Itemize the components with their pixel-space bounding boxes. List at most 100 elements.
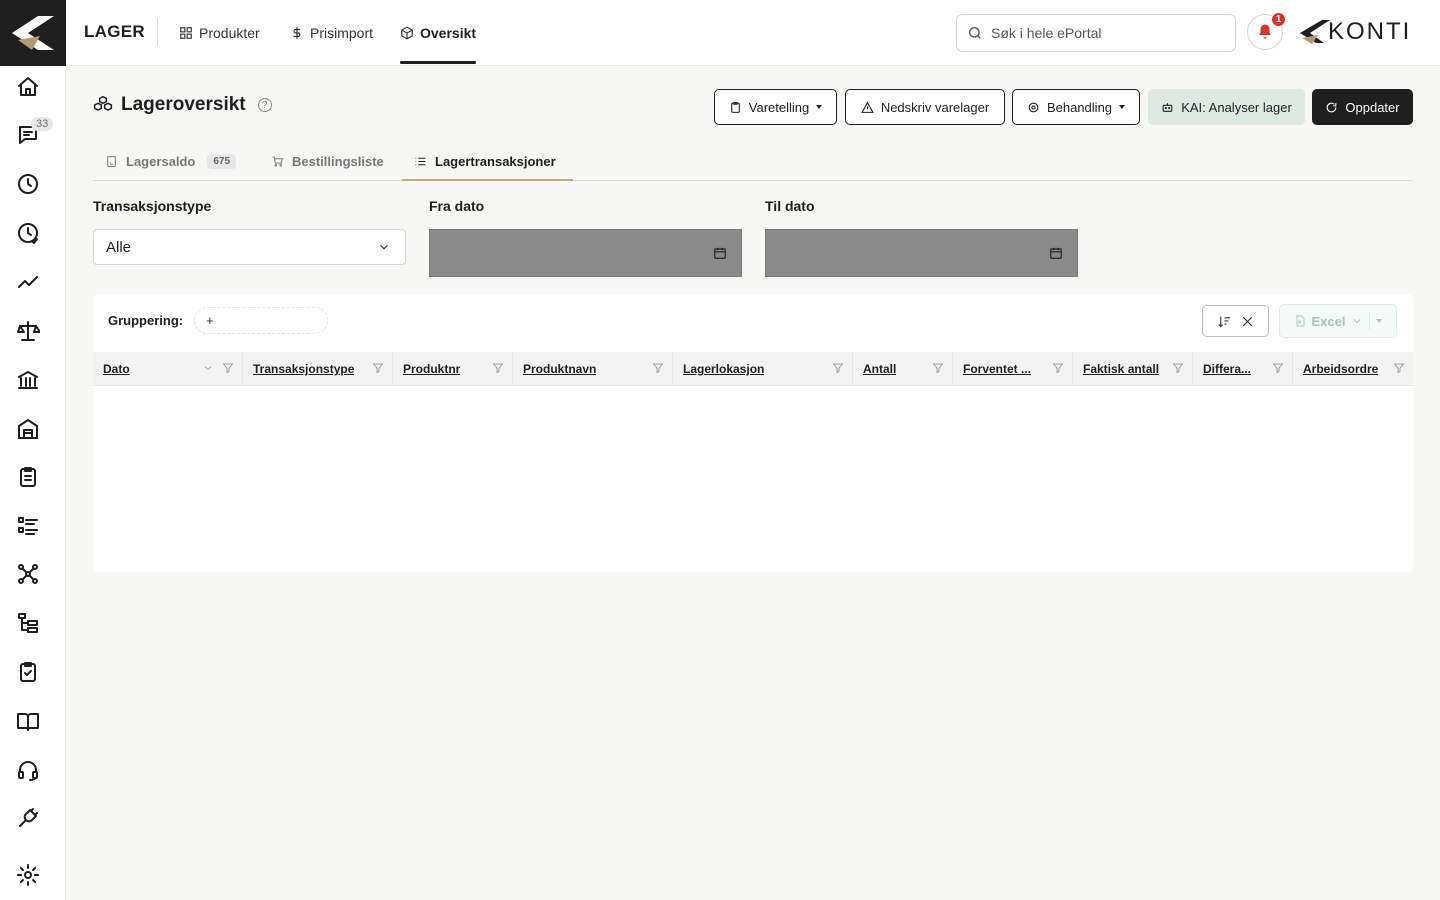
column-label: Transaksjonstype	[253, 362, 355, 376]
chevron-down-icon	[1354, 319, 1361, 324]
clock-icon[interactable]	[14, 170, 42, 198]
filter-icon[interactable]	[372, 362, 384, 374]
column-label: Differa...	[1203, 362, 1252, 376]
grouping-add-button[interactable]: +	[194, 307, 328, 334]
close-icon	[1242, 316, 1252, 326]
divider	[1369, 312, 1371, 330]
settings-icon[interactable]	[14, 861, 42, 889]
app-logo[interactable]	[0, 0, 66, 66]
gear-icon	[1028, 102, 1039, 112]
select-value: Alle	[106, 238, 132, 256]
top-bar: LAGER Produkter Prisimport Oversikt 1 KO…	[66, 0, 1440, 66]
nav-prisimport[interactable]: Prisimport	[290, 0, 373, 66]
excel-file-icon	[1296, 315, 1304, 327]
filter-icon[interactable]	[652, 362, 664, 374]
book-icon[interactable]	[14, 707, 42, 735]
column-label: Arbeidsordre	[1303, 362, 1379, 376]
notifications-button[interactable]: 1	[1247, 12, 1286, 50]
robot-icon	[1162, 102, 1173, 112]
til-dato-input[interactable]	[765, 229, 1078, 277]
chat-badge: 33	[31, 117, 54, 131]
filter-icon[interactable]	[1052, 362, 1064, 374]
network-icon[interactable]	[14, 560, 42, 588]
plug-icon[interactable]	[14, 804, 42, 832]
column-header-arbeidsordre[interactable]: Arbeidsordre	[1293, 352, 1413, 386]
dollar-icon	[293, 27, 301, 39]
button-label: Nedskriv varelager	[880, 99, 990, 115]
tab-count-badge: 675	[207, 154, 237, 169]
sort-icon	[1217, 316, 1230, 327]
tab-label: Lagersaldo	[126, 154, 196, 169]
history-icon[interactable]	[14, 219, 42, 247]
chevron-down-icon	[380, 244, 388, 250]
column-header-faktisk-antall[interactable]: Faktisk antall	[1073, 352, 1193, 386]
column-label: Dato	[103, 362, 130, 376]
excel-label: Excel	[1311, 313, 1346, 329]
transaksjonstype-select[interactable]: Alle	[93, 229, 406, 265]
sidebar: 33	[0, 0, 66, 900]
column-header-differanse[interactable]: Differa...	[1193, 352, 1293, 386]
bell-icon	[1259, 24, 1271, 39]
search-input[interactable]	[991, 25, 1221, 41]
tree-icon[interactable]	[14, 609, 42, 637]
varetelling-button[interactable]: Varetelling	[714, 89, 837, 125]
nedskriv-varelager-button[interactable]: Nedskriv varelager	[845, 89, 1005, 125]
kai-analyser-button[interactable]: KAI: Analyser lager	[1148, 89, 1305, 125]
column-header-produktnr[interactable]: Produktnr	[393, 352, 513, 386]
caret-down-icon[interactable]	[1376, 319, 1383, 323]
column-header-antall[interactable]: Antall	[853, 352, 953, 386]
nav-label: Prisimport	[310, 25, 374, 41]
clipboard-icon	[730, 101, 740, 113]
clear-sort-button[interactable]	[1202, 305, 1269, 337]
help-icon[interactable]: ?	[257, 98, 272, 112]
bank-icon[interactable]	[14, 366, 42, 394]
button-label: Oppdater	[1345, 99, 1400, 115]
transaksjonstype-label: Transaksjonstype	[93, 198, 212, 214]
filter-icon[interactable]	[222, 362, 234, 374]
column-header-forventet[interactable]: Forventet ...	[953, 352, 1073, 386]
column-header-lagerlokasjon[interactable]: Lagerlokasjon	[673, 352, 853, 386]
filter-icon[interactable]	[932, 362, 944, 374]
tab-label: Lagertransaksjoner	[435, 154, 556, 169]
filter-icon[interactable]	[1393, 362, 1405, 374]
oppdater-button[interactable]: Oppdater	[1312, 89, 1413, 125]
headset-icon[interactable]	[14, 756, 42, 784]
fra-dato-input[interactable]	[429, 229, 742, 277]
box-icon	[401, 26, 413, 40]
calendar-icon[interactable]	[713, 246, 727, 260]
filter-icon[interactable]	[1172, 362, 1184, 374]
filter-icon[interactable]	[832, 362, 844, 374]
global-search[interactable]	[956, 14, 1236, 52]
button-label: Behandling	[1046, 99, 1113, 115]
divider	[157, 18, 158, 46]
tab-lagertransaksjoner[interactable]: Lagertransaksjoner	[402, 143, 573, 181]
nav-produkter[interactable]: Produkter	[179, 0, 260, 66]
column-header-transaksjonstype[interactable]: Transaksjonstype	[243, 352, 393, 386]
refresh-icon	[1327, 102, 1337, 112]
calendar-icon[interactable]	[1049, 246, 1063, 260]
clipboard-check-icon[interactable]	[14, 658, 42, 686]
trend-icon[interactable]	[14, 268, 42, 296]
tab-bestillingsliste[interactable]: Bestillingsliste	[259, 143, 396, 180]
notification-badge: 1	[1271, 12, 1286, 27]
chevron-down-icon[interactable]	[202, 362, 214, 374]
tab-lagersaldo[interactable]: Lagersaldo 675	[93, 143, 248, 180]
behandling-button[interactable]: Behandling	[1012, 89, 1140, 125]
excel-export-button[interactable]: Excel	[1279, 304, 1397, 338]
transactions-grid: Gruppering: + Excel Dato Transaksjonstyp…	[93, 294, 1413, 572]
scale-icon[interactable]	[14, 317, 42, 345]
til-dato-label: Til dato	[765, 198, 815, 214]
list-icon	[415, 157, 426, 166]
column-header-dato[interactable]: Dato	[93, 352, 243, 386]
filter-icon[interactable]	[492, 362, 504, 374]
filter-icon[interactable]	[1272, 362, 1284, 374]
column-header-produktnavn[interactable]: Produktnavn	[513, 352, 673, 386]
clipboard-list-icon[interactable]	[14, 463, 42, 491]
brand-logo: KONTI	[1298, 18, 1411, 46]
list-icon[interactable]	[14, 512, 42, 540]
brand-text: KONTI	[1328, 18, 1412, 45]
home-icon[interactable]	[14, 73, 42, 101]
nav-oversikt[interactable]: Oversikt	[400, 0, 477, 66]
warehouse-icon[interactable]	[14, 415, 42, 443]
column-label: Produktnr	[403, 362, 461, 376]
